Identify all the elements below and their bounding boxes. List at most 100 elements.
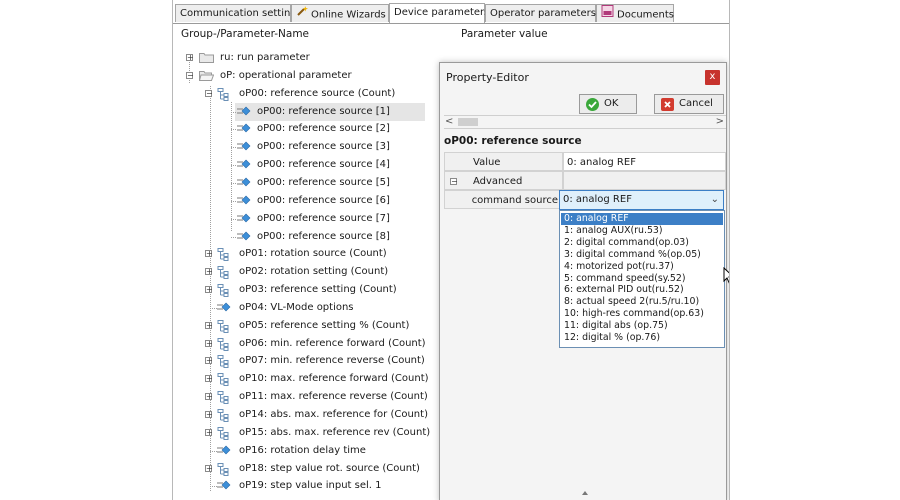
dropdown-option[interactable]: 0: analog REF bbox=[561, 213, 723, 225]
tree-item-label: oP18: step value rot. source (Count) bbox=[239, 462, 420, 474]
tree-guide-line bbox=[231, 102, 232, 231]
collapse-icon[interactable]: − bbox=[205, 89, 213, 97]
expand-icon[interactable]: + bbox=[205, 357, 213, 365]
collapse-icon[interactable]: − bbox=[450, 178, 458, 186]
expand-icon[interactable]: + bbox=[186, 54, 194, 62]
parameter-array-icon bbox=[217, 391, 229, 407]
ok-label: OK bbox=[604, 98, 619, 109]
dropdown-option[interactable]: 8: actual speed 2(ru.5/ru.10) bbox=[561, 296, 723, 308]
expand-icon[interactable]: + bbox=[205, 393, 213, 401]
tree-item-label: ru: run parameter bbox=[220, 52, 310, 63]
scroll-left-icon[interactable]: < bbox=[445, 116, 453, 128]
parameter-array-icon bbox=[217, 426, 229, 443]
parameter-window: Communication settings Online Wizards Devi… bbox=[172, 0, 730, 500]
dropdown-option[interactable]: 10: high-res command(op.63) bbox=[561, 308, 723, 320]
pdf-icon bbox=[601, 5, 614, 24]
tree-item-label: oP03: reference setting (Count) bbox=[239, 284, 397, 296]
command-source-dropdown-list[interactable]: 0: analog REF 1: analog AUX(ru.53) 2: digi… bbox=[559, 210, 725, 348]
tab-online-wizards[interactable]: Online Wizards bbox=[291, 4, 389, 22]
tab-label: Online Wizards bbox=[311, 9, 386, 21]
dropdown-option[interactable]: 5: command speed(sy.52) bbox=[561, 273, 723, 285]
dropdown-option[interactable]: 4: motorized pot(ru.37) bbox=[561, 261, 723, 273]
dropdown-option[interactable]: 2: digital command(op.03) bbox=[561, 237, 723, 249]
parameter-icon bbox=[217, 445, 231, 458]
advanced-category[interactable]: − Advanced bbox=[444, 171, 563, 190]
expand-icon[interactable]: + bbox=[205, 411, 213, 419]
folder-icon bbox=[198, 70, 215, 84]
tree-item-label: oP00: reference source [8] bbox=[257, 230, 390, 242]
parameter-icon bbox=[237, 231, 251, 244]
dropdown-option[interactable]: 3: digital command %(op.05) bbox=[561, 249, 723, 261]
expand-icon[interactable]: + bbox=[205, 375, 213, 383]
parameter-icon bbox=[237, 141, 251, 154]
expand-icon[interactable]: + bbox=[205, 286, 213, 294]
tree-item-label: oP14: abs. max. reference for (Count) bbox=[239, 409, 428, 420]
tab-operator-parameters[interactable]: Operator parameters bbox=[485, 4, 596, 22]
parameter-icon bbox=[217, 480, 231, 493]
cancel-button[interactable]: Cancel bbox=[654, 94, 724, 114]
advanced-label: Advanced bbox=[473, 176, 523, 187]
tree-guide-line bbox=[210, 486, 217, 488]
scroll-right-icon[interactable]: > bbox=[716, 116, 724, 128]
parameter-array-icon bbox=[217, 373, 229, 389]
tree-item-label: oP10: max. reference forward (Count) bbox=[239, 373, 429, 385]
scrollbar-thumb[interactable] bbox=[458, 118, 478, 126]
column-header: Group-/Parameter-Name Parameter value bbox=[173, 24, 729, 44]
advanced-value-cell bbox=[563, 171, 726, 190]
tree-item-label: oP: operational parameter bbox=[220, 69, 352, 81]
parameter-icon bbox=[217, 302, 231, 315]
parameter-icon bbox=[237, 177, 251, 190]
parameter-icon bbox=[237, 213, 251, 226]
expand-icon[interactable]: + bbox=[205, 321, 213, 329]
tree-item-label: oP11: max. reference reverse (Count) bbox=[239, 391, 428, 403]
bottom-scroll-indicator[interactable] bbox=[444, 488, 726, 498]
value-field[interactable]: 0: analog REF bbox=[563, 152, 726, 171]
tree-item-label: oP01: rotation source (Count) bbox=[239, 248, 387, 260]
collapse-icon[interactable]: − bbox=[186, 71, 194, 79]
dropdown-option[interactable]: 1: analog AUX(ru.53) bbox=[561, 225, 723, 237]
expand-icon[interactable]: + bbox=[205, 428, 213, 436]
tree-guide-line bbox=[210, 307, 217, 309]
tree-item-label: oP00: reference source [4] bbox=[257, 159, 390, 171]
expand-icon[interactable]: + bbox=[205, 250, 213, 258]
dropdown-option[interactable]: 6: external PID out(ru.52) bbox=[561, 284, 723, 296]
column-value-header[interactable]: Parameter value bbox=[461, 24, 548, 44]
parameter-array-icon bbox=[217, 248, 229, 264]
folder-icon bbox=[199, 52, 214, 66]
parameter-icon bbox=[237, 159, 251, 172]
tab-bar: Communication settings Online Wizards Devi… bbox=[173, 3, 729, 24]
parameter-icon bbox=[237, 106, 251, 119]
expand-icon[interactable]: + bbox=[205, 339, 213, 347]
close-button[interactable]: x bbox=[705, 70, 720, 85]
tab-label: Communication settings bbox=[180, 8, 302, 19]
parameter-array-icon bbox=[217, 462, 229, 479]
cancel-label: Cancel bbox=[679, 98, 713, 109]
parameter-array-icon bbox=[217, 266, 229, 282]
parameter-array-icon bbox=[217, 355, 229, 371]
expand-icon[interactable]: + bbox=[205, 464, 213, 472]
command-source-combobox[interactable]: 0: analog REF ⌄ bbox=[559, 190, 724, 210]
chevron-down-icon[interactable]: ⌄ bbox=[711, 191, 719, 209]
tab-communication-settings[interactable]: Communication settings bbox=[175, 4, 302, 22]
parameter-icon bbox=[237, 195, 251, 208]
tree-item-label: oP16: rotation delay time bbox=[239, 444, 366, 456]
dropdown-option[interactable]: 11: digital abs (op.75) bbox=[561, 320, 723, 332]
horizontal-scrollbar[interactable]: < > bbox=[444, 115, 726, 129]
ok-button[interactable]: OK bbox=[579, 94, 637, 114]
parameter-array-icon bbox=[217, 409, 229, 425]
tree-item-label: oP19: step value input sel. 1 bbox=[239, 480, 382, 492]
parameter-array-icon bbox=[217, 337, 229, 354]
tab-device-parameters[interactable]: Device parameters bbox=[389, 3, 489, 23]
dialog-title: Property-Editor bbox=[446, 71, 529, 84]
dropdown-option[interactable]: 12: digital % (op.76) bbox=[561, 332, 723, 344]
expand-icon[interactable]: + bbox=[205, 268, 213, 276]
tree-item-label: oP07: min. reference reverse (Count) bbox=[239, 355, 425, 367]
tab-documents[interactable]: Documents bbox=[596, 4, 674, 22]
tree-item-label: oP02: rotation setting (Count) bbox=[239, 266, 389, 278]
tree-item-label: oP00: reference source [7] bbox=[257, 212, 390, 224]
parameter-array-icon bbox=[217, 319, 229, 336]
property-editor-dialog: Property-Editor x OK Cancel < > oP00: re… bbox=[439, 62, 729, 500]
column-name-header[interactable]: Group-/Parameter-Name bbox=[181, 24, 309, 44]
tree-item-label: oP15: abs. max. reference rev (Count) bbox=[239, 426, 431, 438]
tab-label: Documents bbox=[617, 9, 675, 21]
